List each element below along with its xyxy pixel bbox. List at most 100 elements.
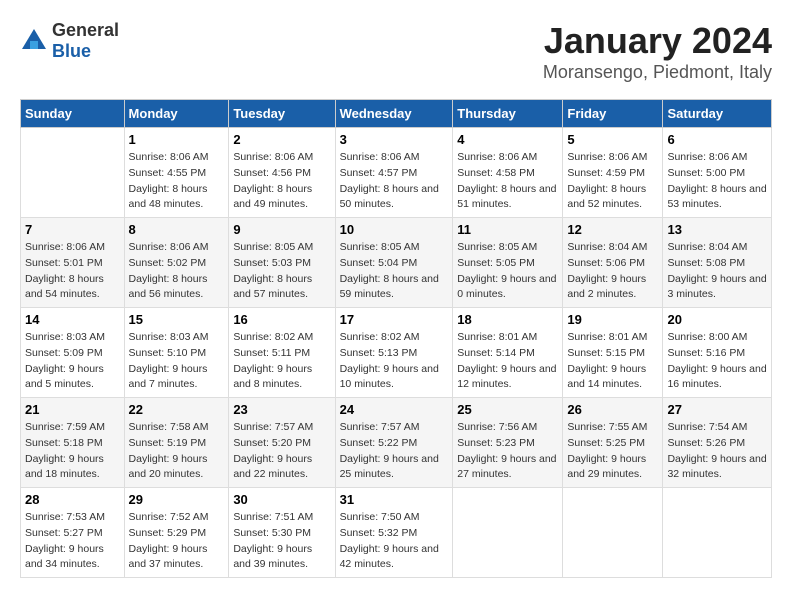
header-wednesday: Wednesday bbox=[335, 100, 453, 128]
calendar-cell: 1 Sunrise: 8:06 AMSunset: 4:55 PMDaylight… bbox=[124, 128, 229, 218]
header-saturday: Saturday bbox=[663, 100, 772, 128]
calendar-cell bbox=[663, 488, 772, 578]
day-info: Sunrise: 8:06 AMSunset: 4:55 PMDaylight:… bbox=[129, 150, 225, 213]
day-info: Sunrise: 8:02 AMSunset: 5:11 PMDaylight:… bbox=[233, 330, 330, 393]
calendar-week-4: 21Sunrise: 7:59 AMSunset: 5:18 PMDayligh… bbox=[21, 398, 772, 488]
calendar-cell bbox=[21, 128, 125, 218]
header-friday: Friday bbox=[563, 100, 663, 128]
calendar-cell: 21Sunrise: 7:59 AMSunset: 5:18 PMDayligh… bbox=[21, 398, 125, 488]
calendar-subtitle: Moransengo, Piedmont, Italy bbox=[543, 62, 772, 83]
calendar-cell: 4Sunrise: 8:06 AMSunset: 4:58 PMDaylight… bbox=[453, 128, 563, 218]
calendar-cell: 23 Sunrise: 7:57 AMSunset: 5:20 PMDayligh… bbox=[229, 398, 335, 488]
day-number: 5 bbox=[567, 132, 658, 147]
header-row: Sunday Monday Tuesday Wednesday Thursday… bbox=[21, 100, 772, 128]
calendar-body: 1 Sunrise: 8:06 AMSunset: 4:55 PMDaylight… bbox=[21, 128, 772, 578]
day-info: Sunrise: 7:52 AMSunset: 5:29 PMDaylight:… bbox=[129, 510, 225, 573]
logo-text-blue: Blue bbox=[52, 41, 91, 61]
calendar-cell: 8Sunrise: 8:06 AMSunset: 5:02 PMDaylight… bbox=[124, 218, 229, 308]
calendar-week-2: 7 Sunrise: 8:06 AMSunset: 5:01 PMDaylight… bbox=[21, 218, 772, 308]
day-info: Sunrise: 8:03 AMSunset: 5:10 PMDaylight:… bbox=[129, 330, 225, 393]
day-info: Sunrise: 7:51 AMSunset: 5:30 PMDaylight:… bbox=[233, 510, 330, 573]
calendar-cell: 25Sunrise: 7:56 AMSunset: 5:23 PMDayligh… bbox=[453, 398, 563, 488]
day-number: 15 bbox=[129, 312, 225, 327]
day-info: Sunrise: 8:01 AMSunset: 5:15 PMDaylight:… bbox=[567, 330, 658, 393]
header-sunday: Sunday bbox=[21, 100, 125, 128]
day-number: 1 bbox=[129, 132, 225, 147]
calendar-cell: 28Sunrise: 7:53 AMSunset: 5:27 PMDayligh… bbox=[21, 488, 125, 578]
day-number: 11 bbox=[457, 222, 558, 237]
calendar-week-5: 28Sunrise: 7:53 AMSunset: 5:27 PMDayligh… bbox=[21, 488, 772, 578]
logo-text-general: General bbox=[52, 20, 119, 40]
calendar-cell: 11 Sunrise: 8:05 AMSunset: 5:05 PMDayligh… bbox=[453, 218, 563, 308]
day-info: Sunrise: 8:04 AMSunset: 5:06 PMDaylight:… bbox=[567, 240, 658, 303]
page-header: General Blue January 2024 Moransengo, Pi… bbox=[20, 20, 772, 83]
calendar-cell: 7 Sunrise: 8:06 AMSunset: 5:01 PMDaylight… bbox=[21, 218, 125, 308]
calendar-cell: 26 Sunrise: 7:55 AMSunset: 5:25 PMDayligh… bbox=[563, 398, 663, 488]
calendar-cell: 29 Sunrise: 7:52 AMSunset: 5:29 PMDayligh… bbox=[124, 488, 229, 578]
day-number: 7 bbox=[25, 222, 120, 237]
calendar-week-1: 1 Sunrise: 8:06 AMSunset: 4:55 PMDaylight… bbox=[21, 128, 772, 218]
day-info: Sunrise: 8:06 AMSunset: 4:57 PMDaylight:… bbox=[340, 150, 449, 213]
day-number: 29 bbox=[129, 492, 225, 507]
day-info: Sunrise: 8:06 AMSunset: 5:00 PMDaylight:… bbox=[667, 150, 767, 213]
calendar-cell bbox=[563, 488, 663, 578]
day-info: Sunrise: 8:00 AMSunset: 5:16 PMDaylight:… bbox=[667, 330, 767, 393]
calendar-cell: 10 Sunrise: 8:05 AMSunset: 5:04 PMDayligh… bbox=[335, 218, 453, 308]
day-number: 17 bbox=[340, 312, 449, 327]
day-number: 30 bbox=[233, 492, 330, 507]
day-info: Sunrise: 8:02 AMSunset: 5:13 PMDaylight:… bbox=[340, 330, 449, 393]
calendar-week-3: 14 Sunrise: 8:03 AMSunset: 5:09 PMDayligh… bbox=[21, 308, 772, 398]
calendar-cell: 3 Sunrise: 8:06 AMSunset: 4:57 PMDaylight… bbox=[335, 128, 453, 218]
calendar-cell: 14 Sunrise: 8:03 AMSunset: 5:09 PMDayligh… bbox=[21, 308, 125, 398]
calendar-cell: 19Sunrise: 8:01 AMSunset: 5:15 PMDayligh… bbox=[563, 308, 663, 398]
day-info: Sunrise: 8:03 AMSunset: 5:09 PMDaylight:… bbox=[25, 330, 120, 393]
calendar-cell: 15 Sunrise: 8:03 AMSunset: 5:10 PMDayligh… bbox=[124, 308, 229, 398]
day-info: Sunrise: 7:50 AMSunset: 5:32 PMDaylight:… bbox=[340, 510, 449, 573]
calendar-cell: 30 Sunrise: 7:51 AMSunset: 5:30 PMDayligh… bbox=[229, 488, 335, 578]
day-info: Sunrise: 8:06 AMSunset: 5:02 PMDaylight:… bbox=[129, 240, 225, 303]
logo-icon bbox=[20, 27, 48, 55]
day-info: Sunrise: 8:04 AMSunset: 5:08 PMDaylight:… bbox=[667, 240, 767, 303]
day-number: 6 bbox=[667, 132, 767, 147]
day-number: 13 bbox=[667, 222, 767, 237]
calendar-cell: 31 Sunrise: 7:50 AMSunset: 5:32 PMDayligh… bbox=[335, 488, 453, 578]
calendar-cell: 18Sunrise: 8:01 AMSunset: 5:14 PMDayligh… bbox=[453, 308, 563, 398]
day-number: 20 bbox=[667, 312, 767, 327]
day-info: Sunrise: 8:05 AMSunset: 5:04 PMDaylight:… bbox=[340, 240, 449, 303]
calendar-cell: 12 Sunrise: 8:04 AMSunset: 5:06 PMDayligh… bbox=[563, 218, 663, 308]
calendar-cell bbox=[453, 488, 563, 578]
day-info: Sunrise: 8:05 AMSunset: 5:05 PMDaylight:… bbox=[457, 240, 558, 303]
calendar-cell: 27Sunrise: 7:54 AMSunset: 5:26 PMDayligh… bbox=[663, 398, 772, 488]
day-number: 12 bbox=[567, 222, 658, 237]
day-number: 14 bbox=[25, 312, 120, 327]
day-number: 23 bbox=[233, 402, 330, 417]
header-monday: Monday bbox=[124, 100, 229, 128]
day-number: 21 bbox=[25, 402, 120, 417]
day-number: 22 bbox=[129, 402, 225, 417]
day-number: 16 bbox=[233, 312, 330, 327]
day-number: 10 bbox=[340, 222, 449, 237]
calendar-cell: 9Sunrise: 8:05 AMSunset: 5:03 PMDaylight… bbox=[229, 218, 335, 308]
calendar-cell: 2 Sunrise: 8:06 AMSunset: 4:56 PMDaylight… bbox=[229, 128, 335, 218]
title-area: January 2024 Moransengo, Piedmont, Italy bbox=[543, 20, 772, 83]
calendar-cell: 6 Sunrise: 8:06 AMSunset: 5:00 PMDaylight… bbox=[663, 128, 772, 218]
header-tuesday: Tuesday bbox=[229, 100, 335, 128]
day-number: 9 bbox=[233, 222, 330, 237]
day-info: Sunrise: 8:06 AMSunset: 5:01 PMDaylight:… bbox=[25, 240, 120, 303]
day-number: 3 bbox=[340, 132, 449, 147]
day-info: Sunrise: 8:06 AMSunset: 4:56 PMDaylight:… bbox=[233, 150, 330, 213]
day-number: 18 bbox=[457, 312, 558, 327]
day-info: Sunrise: 7:55 AMSunset: 5:25 PMDaylight:… bbox=[567, 420, 658, 483]
calendar-cell: 16 Sunrise: 8:02 AMSunset: 5:11 PMDayligh… bbox=[229, 308, 335, 398]
day-number: 26 bbox=[567, 402, 658, 417]
calendar-cell: 13 Sunrise: 8:04 AMSunset: 5:08 PMDayligh… bbox=[663, 218, 772, 308]
day-number: 24 bbox=[340, 402, 449, 417]
logo: General Blue bbox=[20, 20, 119, 62]
day-number: 31 bbox=[340, 492, 449, 507]
day-info: Sunrise: 7:54 AMSunset: 5:26 PMDaylight:… bbox=[667, 420, 767, 483]
calendar-table: Sunday Monday Tuesday Wednesday Thursday… bbox=[20, 99, 772, 578]
day-number: 2 bbox=[233, 132, 330, 147]
header-thursday: Thursday bbox=[453, 100, 563, 128]
day-info: Sunrise: 7:57 AMSunset: 5:20 PMDaylight:… bbox=[233, 420, 330, 483]
day-info: Sunrise: 7:58 AMSunset: 5:19 PMDaylight:… bbox=[129, 420, 225, 483]
